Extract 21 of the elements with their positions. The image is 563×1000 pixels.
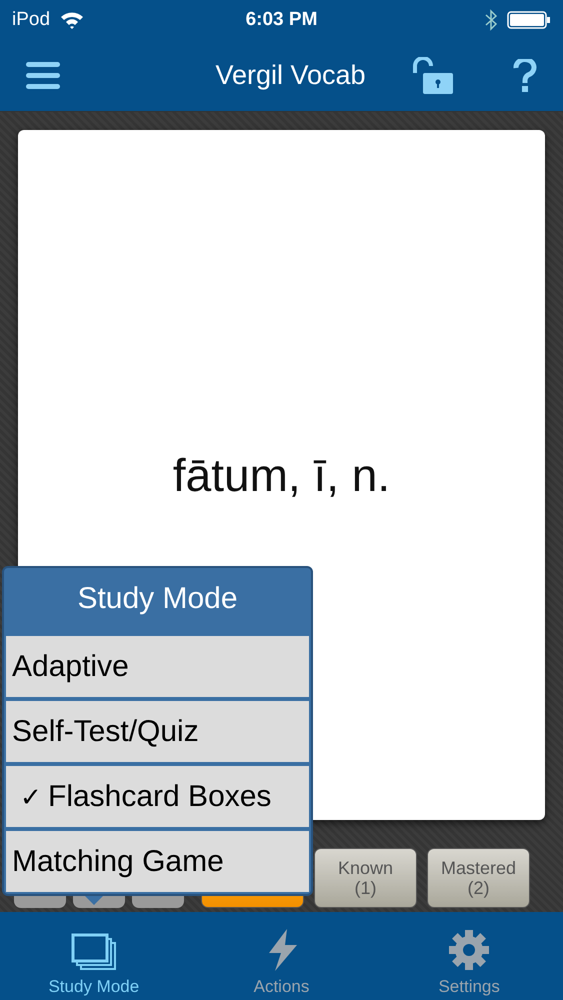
menu-item[interactable]: Adaptive — [6, 636, 309, 697]
status-time: 6:03 PM — [246, 8, 318, 31]
menu-item[interactable]: Matching Game — [6, 831, 309, 892]
wifi-icon — [60, 10, 84, 29]
battery-icon — [507, 10, 551, 29]
card-term: fātum, ī, n. — [172, 448, 390, 502]
unlocked-padlock-icon[interactable] — [411, 56, 455, 95]
box-button[interactable]: Known (1) — [314, 848, 417, 908]
menu-item[interactable]: ✓ Flashcard Boxes — [6, 766, 309, 827]
cards-icon — [70, 933, 117, 971]
menu-icon[interactable] — [26, 62, 60, 90]
checkmark: ✓ — [20, 782, 42, 812]
popover-title: Study Mode — [76, 581, 239, 617]
app-title: Vergil Vocab — [214, 60, 367, 92]
help-icon[interactable] — [513, 58, 537, 93]
bluetooth-icon — [485, 8, 497, 31]
settings-icon — [448, 929, 490, 971]
tab-bar-item[interactable]: Study Mode — [0, 912, 188, 1000]
carrier-label: iPod — [12, 8, 50, 31]
box-button[interactable]: Mastered (2) — [427, 848, 530, 908]
menu-item[interactable]: Self-Test/Quiz — [6, 701, 309, 762]
